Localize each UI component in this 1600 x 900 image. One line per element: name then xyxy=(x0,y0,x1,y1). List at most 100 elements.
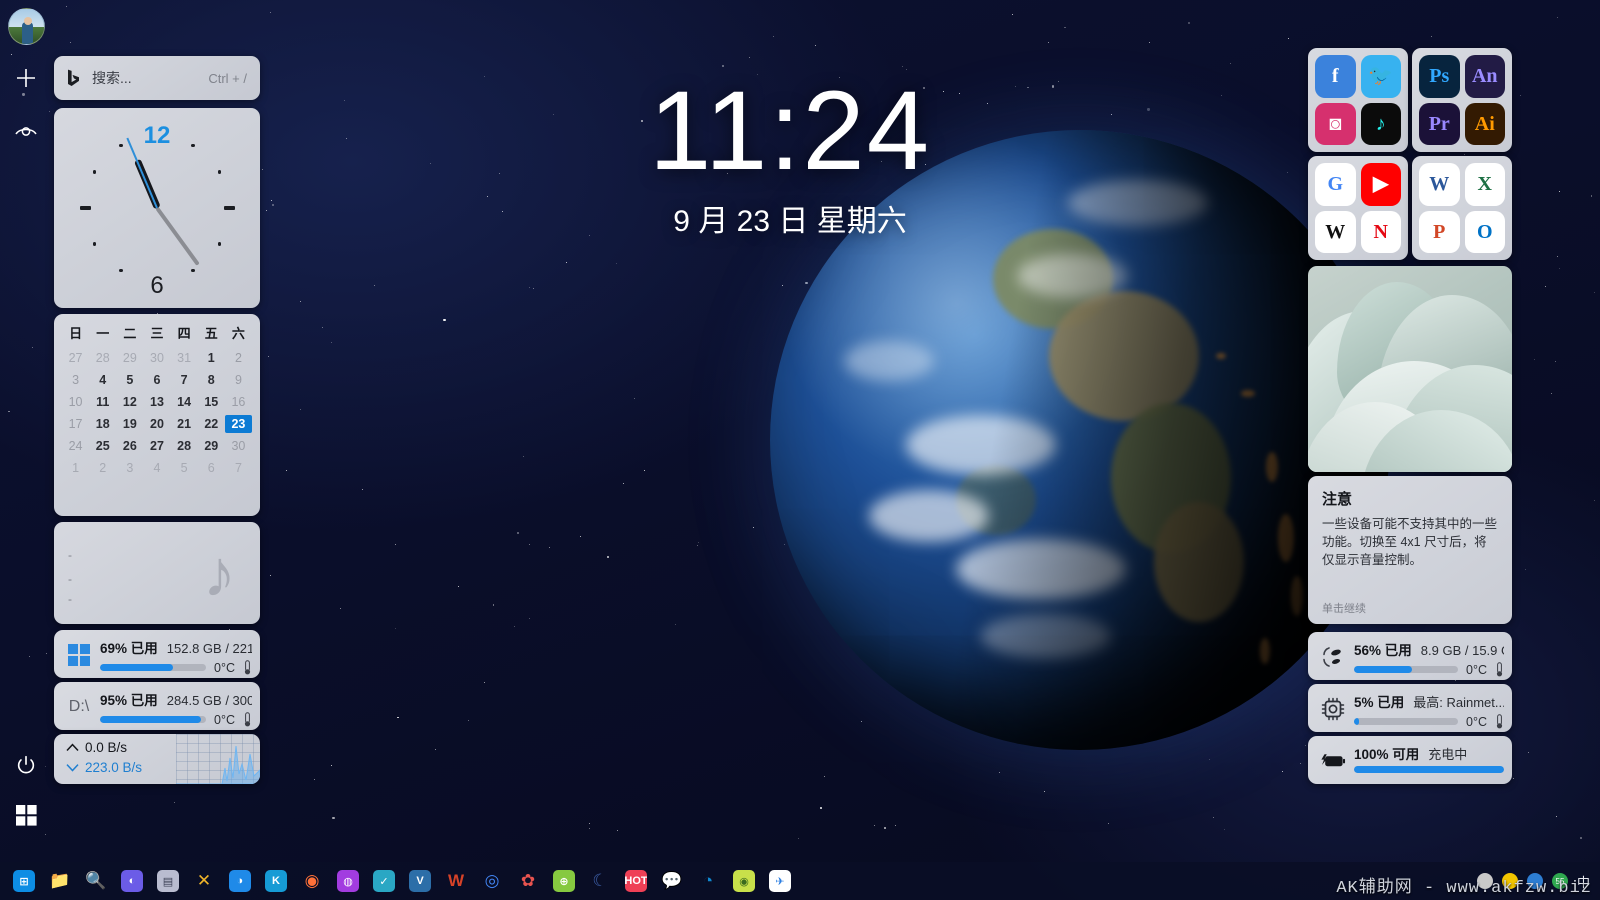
tiktok-icon[interactable]: ♪ xyxy=(1360,102,1401,145)
calendar-day[interactable]: 21 xyxy=(171,415,198,433)
word-icon[interactable]: W xyxy=(1419,163,1460,206)
note-action-label[interactable]: 单击继续 xyxy=(1322,600,1366,616)
calendar-day-today[interactable]: 23 xyxy=(224,415,252,433)
circle-app-icon[interactable]: ◐ xyxy=(114,862,150,900)
teal-check-icon[interactable]: ✓ xyxy=(366,862,402,900)
calendar-day[interactable]: 10 xyxy=(62,393,89,411)
analog-clock-widget[interactable]: 12 6 xyxy=(54,108,260,308)
memory-widget[interactable]: 56% 已用 8.9 GB / 15.9 GB 0°C xyxy=(1308,632,1512,680)
calendar-day[interactable]: 1 xyxy=(198,349,225,367)
calendar-day[interactable]: 7 xyxy=(171,371,198,389)
calendar-day[interactable]: 2 xyxy=(225,349,252,367)
start-button[interactable]: ⊞ xyxy=(6,862,42,900)
lime-app-icon[interactable]: ◉ xyxy=(726,862,762,900)
powerpoint-icon[interactable]: P xyxy=(1419,210,1460,253)
wps-icon[interactable]: W xyxy=(438,862,474,900)
premiere-icon[interactable]: Pr xyxy=(1419,102,1460,145)
search-input-placeholder[interactable]: 搜索... xyxy=(92,68,208,88)
note-widget[interactable]: 注意 一些设备可能不支持其中的一些功能。切换至 4x1 尺寸后，将仅显示音量控制… xyxy=(1308,476,1512,624)
power-button[interactable] xyxy=(0,745,52,785)
calendar-day[interactable]: 28 xyxy=(89,349,116,367)
d-drive-widget[interactable]: D:\ 95% 已用 284.5 GB / 300.0... 0°C xyxy=(54,682,260,730)
calendar-day[interactable]: 2 xyxy=(89,459,116,477)
search-icon[interactable]: 🔍 xyxy=(78,862,114,900)
calendar-day[interactable]: 11 xyxy=(89,393,116,411)
calendar-day[interactable]: 30 xyxy=(225,437,252,455)
xmind-icon[interactable]: ✕ xyxy=(186,862,222,900)
calendar-day[interactable]: 28 xyxy=(171,437,198,455)
calendar-day[interactable]: 3 xyxy=(62,371,89,389)
moon-app-icon[interactable]: ☾ xyxy=(582,862,618,900)
animate-icon[interactable]: An xyxy=(1464,55,1505,98)
calendar-day[interactable]: 8 xyxy=(198,371,225,389)
network-widget[interactable]: 0.0 B/s 223.0 B/s xyxy=(54,734,260,784)
calendar-day[interactable]: 5 xyxy=(116,371,143,389)
search-widget[interactable]: 搜索... Ctrl + / xyxy=(54,56,260,100)
cpu-widget[interactable]: 5% 已用 最高: Rainmet... 0°C xyxy=(1308,684,1512,732)
chrome-icon[interactable]: ◎ xyxy=(474,862,510,900)
colorful-app-icon[interactable]: ✿ xyxy=(510,862,546,900)
calendar-day[interactable]: 4 xyxy=(143,459,170,477)
calendar-day[interactable]: 20 xyxy=(143,415,170,433)
excel-icon[interactable]: X xyxy=(1464,163,1505,206)
edge-icon[interactable]: ◔ xyxy=(690,862,726,900)
twitter-icon[interactable]: 🐦 xyxy=(1360,55,1401,98)
calendar-day[interactable]: 27 xyxy=(62,349,89,367)
calendar-day[interactable]: 4 xyxy=(89,371,116,389)
outlook-icon[interactable]: O xyxy=(1464,210,1505,253)
user-avatar[interactable] xyxy=(8,8,45,45)
kugou-icon[interactable]: K xyxy=(258,862,294,900)
blue-moon-icon[interactable]: ◑ xyxy=(222,862,258,900)
calendar-day[interactable]: 30 xyxy=(143,349,170,367)
facebook-icon[interactable]: f xyxy=(1315,55,1356,98)
wikipedia-icon[interactable]: W xyxy=(1315,210,1356,253)
calendar-day[interactable]: 6 xyxy=(143,371,170,389)
calendar-day[interactable]: 3 xyxy=(116,459,143,477)
start-rail-button[interactable] xyxy=(0,795,52,835)
calendar-day[interactable]: 29 xyxy=(116,349,143,367)
calendar-day[interactable]: 9 xyxy=(225,371,252,389)
youtube-icon[interactable]: ▶ xyxy=(1360,163,1401,206)
calendar-day[interactable]: 29 xyxy=(198,437,225,455)
calendar-day[interactable]: 25 xyxy=(89,437,116,455)
wallpaper-preview-widget[interactable] xyxy=(1308,266,1512,472)
music-widget[interactable]: - - - ♪ xyxy=(54,522,260,624)
calendar-day[interactable]: 24 xyxy=(62,437,89,455)
calendar-day[interactable]: 13 xyxy=(143,393,170,411)
instagram-icon[interactable]: ◙ xyxy=(1315,102,1356,145)
calendar-day[interactable]: 12 xyxy=(116,393,143,411)
google-icon[interactable]: G xyxy=(1315,163,1356,206)
wechat-icon[interactable]: 💬 xyxy=(654,862,690,900)
save-app-icon[interactable]: ▤ xyxy=(150,862,186,900)
calendar-day[interactable]: 27 xyxy=(143,437,170,455)
add-widget-button[interactable] xyxy=(0,58,52,98)
calendar-day[interactable]: 1 xyxy=(62,459,89,477)
calendar-day[interactable]: 19 xyxy=(116,415,143,433)
calendar-day[interactable]: 7 xyxy=(225,459,252,477)
file-explorer-icon[interactable]: 📁 xyxy=(42,862,78,900)
calendar-day[interactable]: 26 xyxy=(116,437,143,455)
calendar-day[interactable]: 31 xyxy=(171,349,198,367)
illustrator-icon[interactable]: Ai xyxy=(1464,102,1505,145)
calendar-day[interactable]: 17 xyxy=(62,415,89,433)
calendar-day[interactable]: 14 xyxy=(171,393,198,411)
memory-summary: 56% 已用 8.9 GB / 15.9 GB xyxy=(1354,639,1504,659)
battery-widget[interactable]: 100% 可用 充电中 xyxy=(1308,736,1512,784)
calendar-day[interactable]: 22 xyxy=(198,415,225,433)
calendar-day[interactable]: 6 xyxy=(198,459,225,477)
firefox-icon[interactable]: ◉ xyxy=(294,862,330,900)
calendar-day[interactable]: 15 xyxy=(198,393,225,411)
green-globe-icon[interactable]: ⊕ xyxy=(546,862,582,900)
blue-note-icon[interactable]: ✈ xyxy=(762,862,798,900)
c-drive-widget[interactable]: 69% 已用 152.8 GB / 221.8... 0°C xyxy=(54,630,260,678)
calendar-day[interactable]: 16 xyxy=(225,393,252,411)
photoshop-icon[interactable]: Ps xyxy=(1419,55,1460,98)
netflix-icon[interactable]: N xyxy=(1360,210,1401,253)
v-app-icon[interactable]: V xyxy=(402,862,438,900)
calendar-day[interactable]: 5 xyxy=(171,459,198,477)
calendar-widget[interactable]: 日一二三四五六 27 28 29 30 31 1 2 3 4 5 6 7 8 9 10 11 12 13 14 15 16… xyxy=(54,314,260,516)
purple-app-icon[interactable]: ◍ xyxy=(330,862,366,900)
red-app-icon[interactable]: HOT xyxy=(618,862,654,900)
visibility-toggle-button[interactable] xyxy=(0,110,52,150)
calendar-day[interactable]: 18 xyxy=(89,415,116,433)
